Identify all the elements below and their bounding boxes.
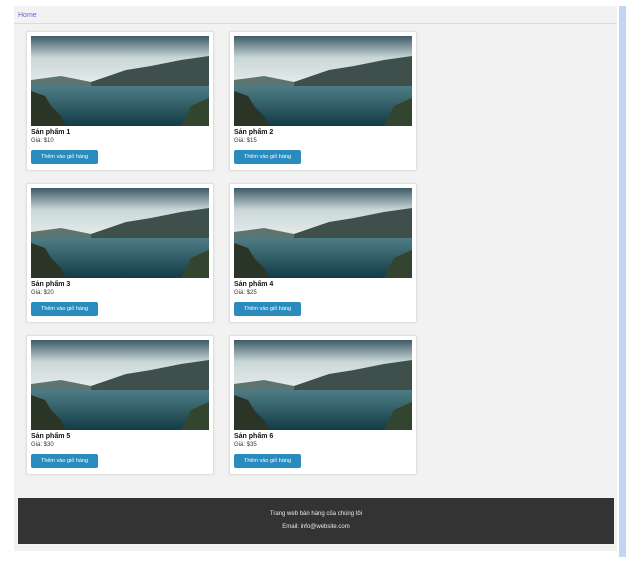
top-navigation: Home: [14, 6, 617, 24]
product-name: Sản phẩm 1: [31, 129, 71, 136]
page-container: Home Sản phẩm 1 Giá: $10 Thêm vào giỏ hà…: [14, 6, 617, 551]
product-price: Giá: $15: [234, 138, 257, 144]
product-card: Sản phẩm 1 Giá: $10 Thêm vào giỏ hàng: [26, 31, 214, 171]
nav-home-link[interactable]: Home: [18, 12, 37, 19]
product-price: Giá: $25: [234, 290, 257, 296]
footer-tagline: Trang web bán hàng của chúng tôi: [269, 511, 363, 517]
product-image: [31, 188, 209, 278]
product-card: Sản phẩm 3 Giá: $20 Thêm vào giỏ hàng: [26, 183, 214, 323]
add-to-cart-button[interactable]: Thêm vào giỏ hàng: [234, 454, 301, 468]
footer-email: Email: info@website.com: [282, 524, 350, 530]
add-to-cart-button[interactable]: Thêm vào giỏ hàng: [234, 302, 301, 316]
site-footer: Trang web bán hàng của chúng tôi Email: …: [18, 498, 614, 544]
product-image: [234, 36, 412, 126]
product-name: Sản phẩm 5: [31, 433, 71, 440]
product-card: Sản phẩm 2 Giá: $15 Thêm vào giỏ hàng: [229, 31, 417, 171]
product-image: [234, 340, 412, 430]
product-name: Sản phẩm 3: [31, 281, 71, 288]
product-price: Giá: $10: [31, 138, 54, 144]
add-to-cart-button[interactable]: Thêm vào giỏ hàng: [31, 454, 98, 468]
product-price: Giá: $20: [31, 290, 54, 296]
product-card: Sản phẩm 4 Giá: $25 Thêm vào giỏ hàng: [229, 183, 417, 323]
product-card: Sản phẩm 6 Giá: $35 Thêm vào giỏ hàng: [229, 335, 417, 475]
product-price: Giá: $30: [31, 442, 54, 448]
product-image: [234, 188, 412, 278]
vertical-scrollbar[interactable]: [619, 6, 626, 557]
product-name: Sản phẩm 4: [234, 281, 274, 288]
product-card: Sản phẩm 5 Giá: $30 Thêm vào giỏ hàng: [26, 335, 214, 475]
product-name: Sản phẩm 6: [234, 433, 274, 440]
product-image: [31, 36, 209, 126]
product-image: [31, 340, 209, 430]
add-to-cart-button[interactable]: Thêm vào giỏ hàng: [234, 150, 301, 164]
product-name: Sản phẩm 2: [234, 129, 274, 136]
product-price: Giá: $35: [234, 442, 257, 448]
add-to-cart-button[interactable]: Thêm vào giỏ hàng: [31, 150, 98, 164]
add-to-cart-button[interactable]: Thêm vào giỏ hàng: [31, 302, 98, 316]
